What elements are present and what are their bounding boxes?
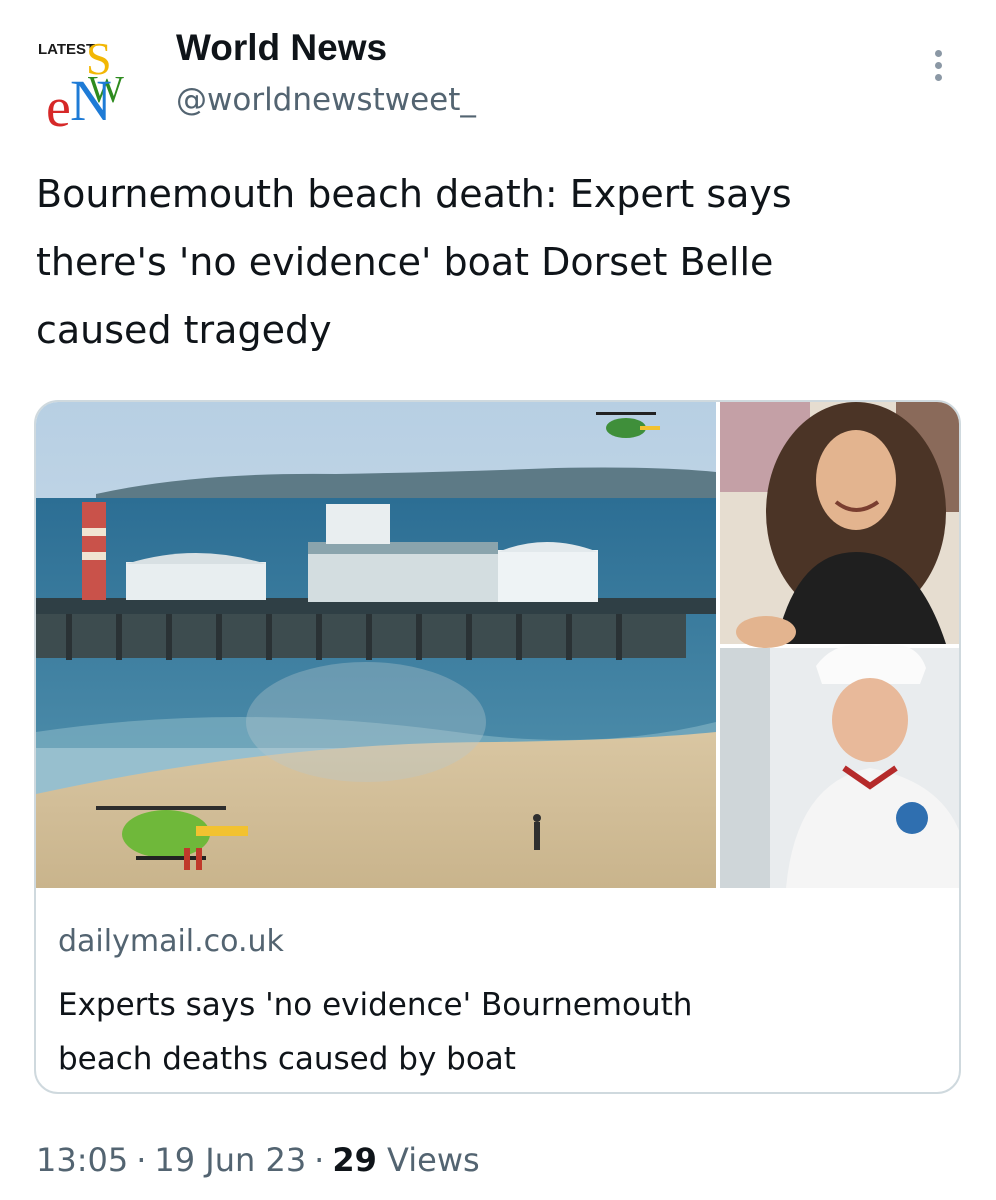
news-logo-icon: LATEST S W N e xyxy=(38,33,124,139)
card-title-line: beach deaths caused by boat xyxy=(58,1041,516,1077)
views-label: Views xyxy=(387,1141,480,1179)
pier-beach-helicopter-photo xyxy=(36,402,716,888)
link-preview-card[interactable]: dailymail.co.uk Experts says 'no evidenc… xyxy=(34,400,961,1094)
meta-separator: · xyxy=(314,1141,325,1179)
tweet-text-line: there's 'no evidence' boat Dorset Belle xyxy=(36,240,774,284)
more-options-button[interactable] xyxy=(922,44,958,84)
chef-uniform-photo xyxy=(720,644,959,888)
more-vertical-icon-dot xyxy=(935,62,942,69)
logo-letter-n: N xyxy=(70,68,112,130)
tweet-text-line: Bournemouth beach death: Expert says xyxy=(36,172,792,216)
author-name[interactable]: World News xyxy=(176,26,387,70)
more-vertical-icon xyxy=(935,50,942,57)
tweet-text-line: caused tragedy xyxy=(36,308,332,352)
avatar[interactable]: LATEST S W N e xyxy=(36,26,148,139)
card-media xyxy=(36,402,959,888)
smiling-girl-photo xyxy=(720,402,959,648)
views-count: 29 xyxy=(332,1141,377,1179)
meta-separator: · xyxy=(136,1141,147,1179)
card-title-line: Experts says 'no evidence' Bournemouth xyxy=(58,987,693,1023)
logo-letter-e: e xyxy=(46,77,71,130)
tweet-text: Bournemouth beach death: Expert says the… xyxy=(36,160,966,364)
card-title[interactable]: Experts says 'no evidence' Bournemouth b… xyxy=(58,978,938,1086)
tweet-time[interactable]: 13:05 xyxy=(36,1141,128,1179)
tweet-meta: 13:05 · 19 Jun 23 · 29 Views xyxy=(36,1138,480,1182)
more-vertical-icon-dot xyxy=(935,74,942,81)
card-domain[interactable]: dailymail.co.uk xyxy=(58,922,284,962)
tweet-date[interactable]: 19 Jun 23 xyxy=(154,1141,306,1179)
author-handle[interactable]: @worldnewstweet_ xyxy=(176,80,476,120)
